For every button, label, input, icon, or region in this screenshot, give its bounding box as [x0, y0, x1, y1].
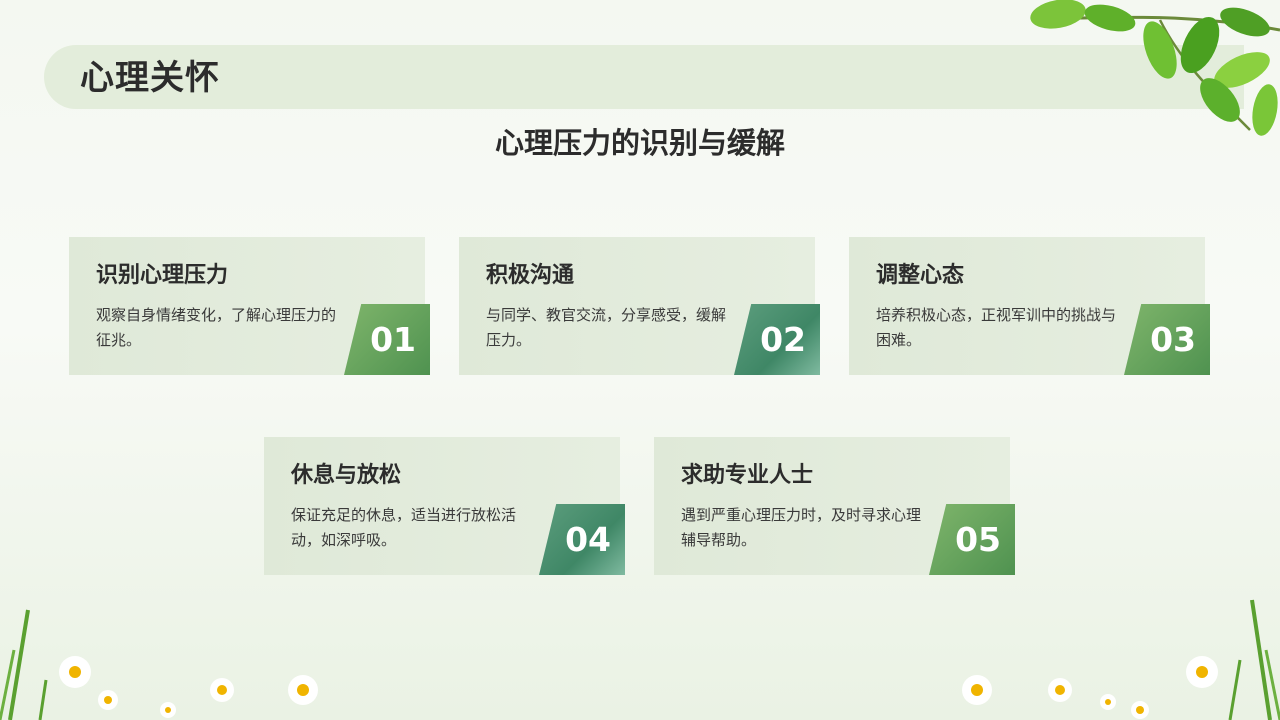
card-title: 积极沟通 [486, 263, 575, 288]
card-description: 培养积极心态，正视军训中的挑战与困难。 [876, 306, 1117, 349]
number-badge: 03 [1124, 304, 1210, 375]
card-identify-stress: 识别心理压力 观察自身情绪变化，了解心理压力的征兆。 01 [69, 237, 430, 375]
card-seek-help: 求助专业人士 遇到严重心理压力时，及时寻求心理辅导帮助。 05 [654, 437, 1015, 575]
card-title: 识别心理压力 [96, 263, 229, 288]
flowers-right-icon [962, 599, 1280, 720]
flowers-left-icon [0, 609, 318, 720]
card-description: 保证充足的休息，适当进行放松活动，如深呼吸。 [291, 506, 517, 549]
card-title: 求助专业人士 [681, 463, 814, 488]
card-description: 观察自身情绪变化，了解心理压力的征兆。 [96, 306, 337, 349]
card-communicate: 积极沟通 与同学、教官交流，分享感受，缓解压力。 02 [459, 237, 820, 375]
number-badge: 01 [344, 304, 430, 375]
card-rest-relax: 休息与放松 保证充足的休息，适当进行放松活动，如深呼吸。 04 [264, 437, 625, 575]
card-adjust-mindset: 调整心态 培养积极心态，正视军训中的挑战与困难。 03 [849, 237, 1210, 375]
card-title: 调整心态 [876, 263, 965, 288]
card-description: 与同学、教官交流，分享感受，缓解压力。 [486, 306, 727, 349]
section-title: 心理关怀 [80, 58, 220, 98]
card-description: 遇到严重心理压力时，及时寻求心理辅导帮助。 [681, 506, 922, 549]
card-title: 休息与放松 [291, 463, 402, 488]
number-badge: 04 [539, 504, 625, 575]
slide-title: 心理压力的识别与缓解 [494, 126, 785, 160]
number-badge: 02 [734, 304, 820, 375]
number-badge: 05 [929, 504, 1015, 575]
